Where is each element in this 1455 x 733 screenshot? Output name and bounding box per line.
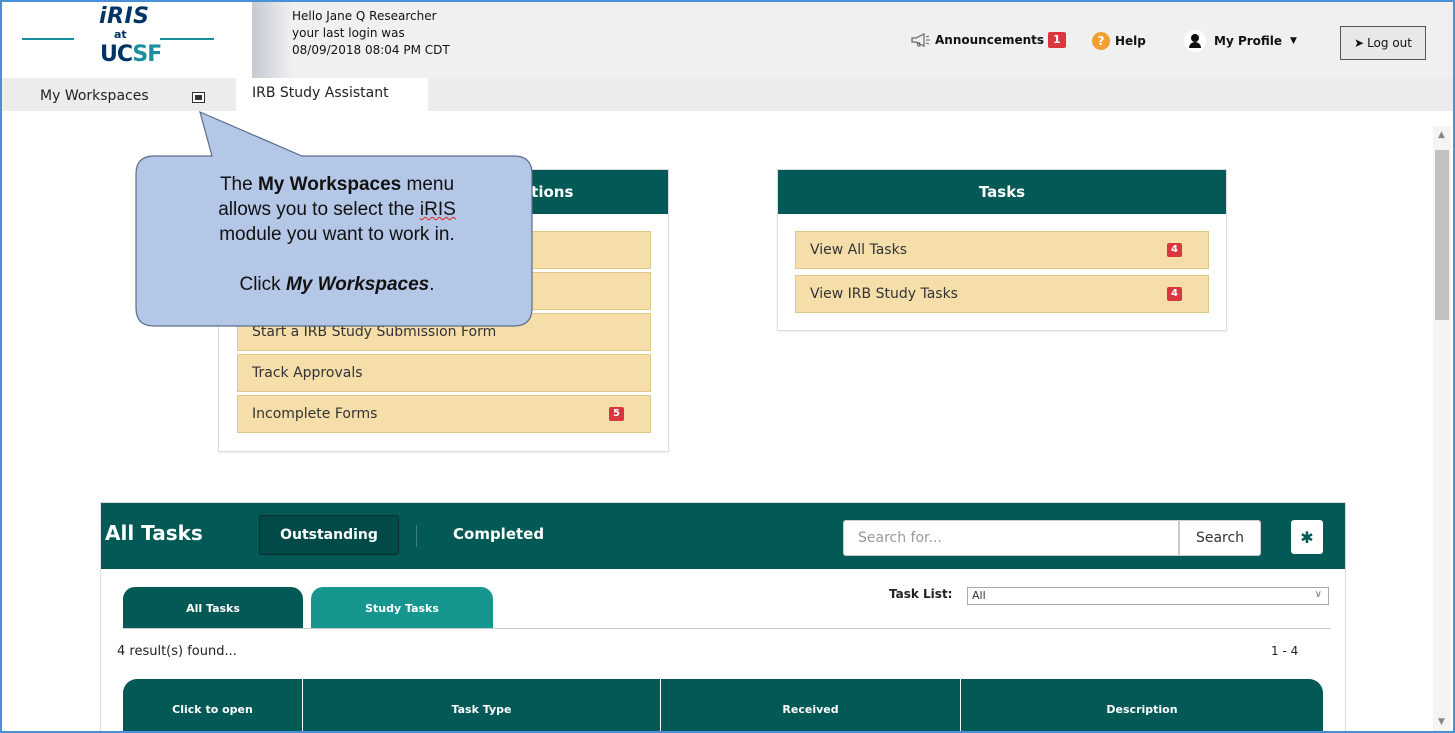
callout-emphasis: My Workspaces [257, 174, 402, 195]
task-list-value: All [972, 589, 986, 602]
app-window: iRIS at UCSF Hello Jane Q Researcher you… [0, 0, 1455, 733]
search-button[interactable]: Search [1179, 520, 1261, 556]
task-list-label: Task List: [889, 587, 953, 601]
column-click-to-open[interactable]: Click to open [123, 679, 303, 731]
column-description[interactable]: Description [961, 679, 1323, 731]
pagination-range: 1 - 4 [1271, 644, 1299, 658]
column-received[interactable]: Received [661, 679, 961, 731]
tab-all-tasks[interactable]: All Tasks [123, 587, 303, 629]
results-count: 4 result(s) found... [117, 644, 237, 659]
callout-emphasis: My Workspaces [285, 274, 430, 295]
all-tasks-section: All Tasks Outstanding Completed Search f… [100, 502, 1346, 731]
outstanding-button[interactable]: Outstanding [259, 515, 399, 555]
column-task-type[interactable]: Task Type [303, 679, 661, 731]
task-list-select[interactable]: All ∨ [967, 587, 1329, 605]
settings-gear-icon[interactable]: ✱ [1291, 520, 1323, 554]
callout-line: module you want to work in. [219, 224, 455, 245]
chevron-down-icon: ∨ [1314, 589, 1322, 600]
toolbar-divider [416, 525, 417, 547]
search-input[interactable]: Search for... [843, 520, 1179, 556]
tab-study-tasks[interactable]: Study Tasks [311, 587, 493, 629]
tabs-underline [123, 628, 1331, 629]
callout-line: The My Workspaces menu [219, 174, 455, 195]
all-tasks-title: All Tasks [105, 521, 203, 545]
tasks-table-header: Click to open Task Type Received Descrip… [123, 679, 1323, 731]
tutorial-callout-text: The My Workspaces menu allows you to sel… [142, 172, 532, 297]
completed-button[interactable]: Completed [453, 525, 544, 543]
callout-line: allows you to select the iRIS [218, 199, 456, 220]
all-tasks-toolbar: All Tasks Outstanding Completed Search f… [101, 503, 1345, 569]
spellcheck-word: iRIS [419, 199, 456, 220]
callout-line: Click My Workspaces. [239, 274, 435, 295]
